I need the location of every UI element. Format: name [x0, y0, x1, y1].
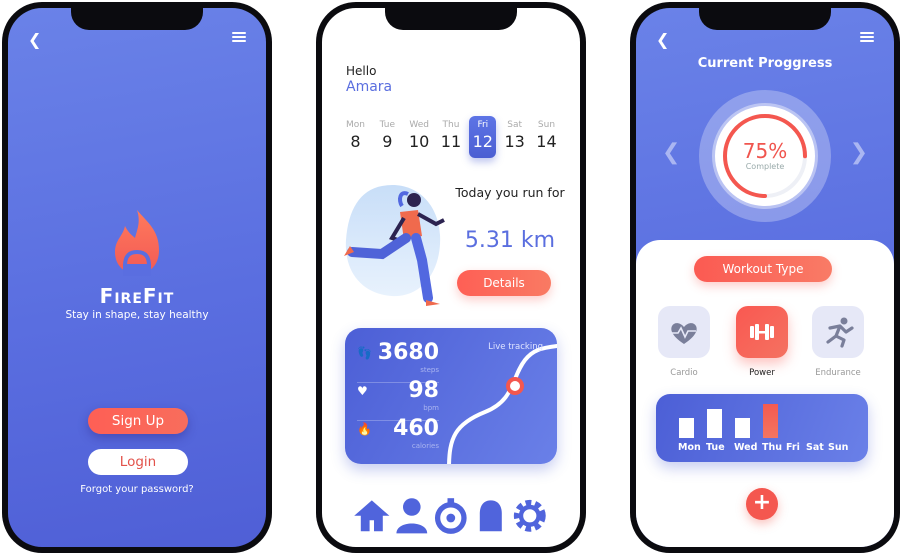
sign-up-button[interactable]: Sign Up [88, 408, 188, 434]
home-screen: Hello Amara Mon 8 Tue 9 Wed 10 Thu 11 Fri 12 … [322, 8, 580, 547]
workout-panel: Workout Type Cardio Power Endurance Mon T… [636, 240, 894, 547]
week-bar-thu [763, 404, 778, 438]
progress-percent: 75% [742, 139, 788, 163]
complete-label: Complete [745, 162, 785, 171]
footprints-icon: 👣 [357, 346, 372, 360]
progress-screen: ❮ Current Proggress ❮ ❯ 75% Complete Wor… [636, 8, 894, 547]
live-tracking-label: Live tracking [488, 342, 543, 352]
week-day-label-wed: Wed [734, 442, 758, 453]
gear-icon[interactable] [510, 496, 550, 536]
bottom-nav [352, 496, 550, 536]
progress-dial: 75% Complete [715, 106, 815, 206]
bpm-unit: bpm [423, 404, 439, 412]
phone-progress: ❮ Current Proggress ❮ ❯ 75% Complete Wor… [630, 2, 900, 553]
hamburger-icon[interactable] [232, 30, 246, 44]
runner-illustration [344, 184, 445, 306]
chevron-right-icon[interactable]: ❯ [850, 140, 868, 165]
day-mon[interactable]: Mon 8 [342, 116, 369, 158]
day-thu[interactable]: Thu 11 [437, 116, 464, 158]
day-sat[interactable]: Sat 13 [501, 116, 528, 158]
endurance-option[interactable] [812, 306, 864, 358]
login-button[interactable]: Login [88, 449, 188, 475]
brand-name: FireFit [99, 284, 175, 308]
flame-kettlebell-logo-icon [115, 210, 159, 276]
heart-icon: ♥ [357, 384, 368, 398]
progress-title: Current Proggress [697, 56, 833, 71]
week-day-label-sat: Sat [806, 442, 824, 453]
flame-icon: 🔥 [357, 422, 372, 436]
bell-icon[interactable] [471, 496, 511, 536]
week-bar-tue [707, 409, 722, 438]
add-button[interactable]: + [746, 488, 778, 520]
greeting: Hello [346, 64, 377, 78]
stopwatch-icon[interactable] [431, 496, 471, 536]
progress-ring: 75% Complete [699, 90, 831, 222]
day-name: Mon [346, 120, 365, 130]
week-day-label-fri: Fri [786, 442, 800, 453]
workout-type-button[interactable]: Workout Type [694, 256, 832, 282]
bpm-stat: ♥ 98 bpm [357, 378, 439, 418]
calories-stat: 🔥 460 calories [357, 416, 439, 456]
login-screen: ❮ FireFit Stay in shape, stay healthy Si… [8, 8, 266, 547]
day-name: Sat [507, 120, 523, 130]
bpm-value: 98 [408, 378, 439, 403]
user-name: Amara [346, 79, 393, 95]
day-name: Sun [537, 120, 556, 130]
day-name: Fri [477, 120, 489, 130]
app-mockup-showcase: ❮ FireFit Stay in shape, stay healthy Si… [0, 0, 905, 556]
week-day-label-thu: Thu [762, 442, 783, 453]
phone-login: ❮ FireFit Stay in shape, stay healthy Si… [2, 2, 272, 553]
day-date: 14 [536, 132, 557, 151]
run-title: Today you run for [455, 185, 565, 200]
day-date: 10 [408, 132, 430, 151]
day-name: Thu [442, 120, 460, 130]
weekly-activity-chart: Mon Tue Wed Thu Fri Sat Sun [656, 394, 868, 462]
notch [699, 8, 831, 30]
week-day-label-sun: Sun [828, 442, 849, 453]
chevron-left-icon[interactable]: ❮ [28, 30, 41, 49]
user-icon[interactable] [392, 496, 432, 536]
week-bar-mon [679, 418, 694, 438]
cardio-option[interactable] [658, 306, 710, 358]
day-date: 13 [504, 132, 525, 151]
day-fri-selected[interactable]: Fri 12 [469, 116, 497, 158]
chevron-left-icon[interactable]: ❮ [656, 30, 669, 49]
day-date: 9 [382, 132, 393, 151]
steps-unit: steps [420, 366, 439, 374]
forgot-password-link[interactable]: Forgot your password? [8, 484, 266, 495]
heart-pulse-icon [671, 323, 697, 344]
week-day-label-mon: Mon [678, 442, 701, 453]
tagline: Stay in shape, stay healthy [65, 309, 209, 321]
run-distance: 5.31 km [464, 228, 556, 253]
day-name: Wed [409, 120, 429, 130]
notch [385, 8, 517, 30]
hamburger-icon[interactable] [860, 30, 874, 44]
week-day-label-tue: Tue [706, 442, 725, 453]
day-date: 12 [472, 132, 493, 151]
power-option-selected[interactable] [736, 306, 788, 358]
running-icon [826, 317, 854, 348]
day-tue[interactable]: Tue 9 [374, 116, 401, 158]
calories-unit: calories [411, 442, 439, 450]
power-label: Power [749, 368, 775, 378]
day-date: 11 [440, 132, 462, 151]
day-name: Tue [379, 120, 396, 130]
endurance-label: Endurance [815, 368, 861, 378]
chevron-left-icon[interactable]: ❮ [662, 140, 680, 165]
live-stats-card[interactable]: Live tracking 👣 3680 steps ♥ 98 bpm 🔥 46… [345, 328, 557, 464]
day-selector: Mon 8 Tue 9 Wed 10 Thu 11 Fri 12 Sat 13 Sun 14 [342, 116, 560, 158]
day-sun[interactable]: Sun 14 [533, 116, 560, 158]
notch [71, 8, 203, 30]
details-button[interactable]: Details [457, 270, 551, 296]
home-icon[interactable] [352, 496, 392, 536]
calories-value: 460 [393, 416, 439, 441]
cardio-label: Cardio [670, 368, 698, 378]
dumbbell-icon [750, 324, 774, 340]
steps-value: 3680 [377, 340, 439, 365]
week-bar-wed [735, 418, 750, 438]
phone-home: Hello Amara Mon 8 Tue 9 Wed 10 Thu 11 Fri 12 … [316, 2, 586, 553]
day-date: 8 [350, 132, 361, 151]
steps-stat: 👣 3680 steps [357, 340, 439, 380]
day-wed[interactable]: Wed 10 [406, 116, 433, 158]
